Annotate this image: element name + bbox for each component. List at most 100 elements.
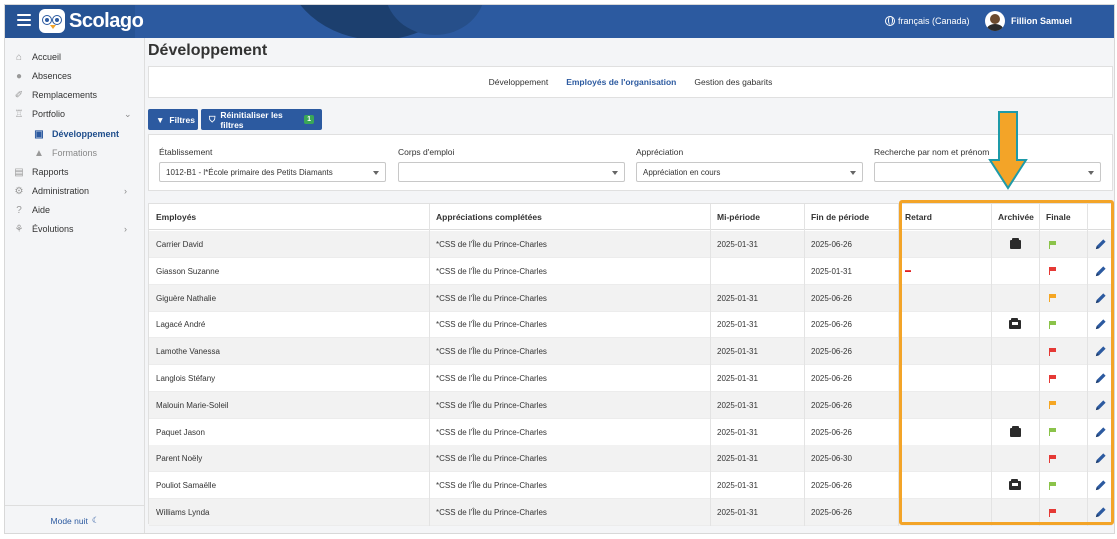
- corps-emploi-select[interactable]: [398, 162, 625, 182]
- edit-pencil-icon[interactable]: [1094, 506, 1107, 519]
- table-row[interactable]: Langlois Stéfany *CSS de l'Île du Prince-…: [149, 365, 1112, 392]
- cell-appreciations: *CSS de l'Île du Prince-Charles: [436, 481, 547, 491]
- column-header-fin-periode[interactable]: Fin de période: [804, 204, 898, 230]
- cell-appreciations: *CSS de l'Île du Prince-Charles: [436, 293, 547, 303]
- edit-pencil-icon[interactable]: [1094, 265, 1107, 278]
- night-mode-toggle[interactable]: Mode nuit ☾: [5, 505, 145, 533]
- cell-mi-periode: 2025-01-31: [717, 374, 758, 383]
- app-window: Scolago français (Canada) Fillion Samuel…: [4, 4, 1115, 534]
- cell-archivee: [991, 365, 1039, 392]
- cell-employe: Langlois Stéfany: [156, 374, 216, 383]
- night-mode-label: Mode nuit: [50, 515, 88, 526]
- tab-gestion-gabarits[interactable]: Gestion des gabarits: [694, 77, 772, 87]
- column-header-retard[interactable]: Retard: [898, 204, 991, 230]
- appreciation-value: Appréciation en cours: [643, 167, 721, 177]
- table-row[interactable]: Carrier David *CSS de l'Île du Prince-Cha…: [149, 231, 1112, 258]
- cell-appreciations: *CSS de l'Île du Prince-Charles: [436, 454, 547, 464]
- sidebar-item-accueil[interactable]: ⌂ Accueil: [13, 49, 61, 65]
- table-row[interactable]: Pouliot Samaëlle *CSS de l'Île du Prince-…: [149, 472, 1112, 500]
- edit-pencil-icon[interactable]: [1094, 479, 1107, 492]
- edit-pencil-icon[interactable]: [1094, 318, 1107, 331]
- cell-archivee: [991, 285, 1039, 312]
- filters-panel: Établissement 1012-B1 - l*École primaire…: [148, 134, 1113, 191]
- cell-employe: Paquet Jason: [156, 427, 205, 437]
- caret-down-icon: [850, 171, 856, 175]
- table-row[interactable]: Parent Noëly *CSS de l'Île du Prince-Char…: [149, 445, 1112, 473]
- cell-retard: [898, 285, 991, 312]
- table-row[interactable]: Giasson Suzanne *CSS de l'Île du Prince-C…: [149, 258, 1112, 285]
- cell-finale: [1039, 499, 1087, 526]
- sidebar-item-evolutions[interactable]: ⚘ Évolutions: [13, 221, 74, 237]
- cell-mi-periode: 2025-01-31: [717, 240, 758, 249]
- edit-pencil-icon[interactable]: [1094, 426, 1107, 439]
- sidebar-item-administration[interactable]: ⚙ Administration: [13, 183, 90, 199]
- etablissement-value: 1012-B1 - l*École primaire des Petits Di…: [166, 167, 333, 177]
- cell-fin-periode: 2025-06-26: [811, 293, 852, 303]
- sidebar-item-absences[interactable]: ● Absences: [13, 68, 72, 84]
- cell-appreciations: *CSS de l'Île du Prince-Charles: [436, 266, 547, 276]
- cell-mi-periode: 2025-01-31: [717, 508, 758, 517]
- moon-icon: ☾: [91, 515, 100, 525]
- table-header: Employés Appréciations complétées Mi-pér…: [149, 204, 1112, 230]
- cell-fin-periode: 2025-06-26: [811, 427, 852, 437]
- etablissement-select[interactable]: 1012-B1 - l*École primaire des Petits Di…: [159, 162, 386, 182]
- edit-pencil-icon[interactable]: [1094, 238, 1107, 251]
- table-row[interactable]: Lamothe Vanessa *CSS de l'Île du Prince-C…: [149, 338, 1112, 366]
- cell-employe: Giguère Nathalie: [156, 293, 217, 303]
- appreciation-select[interactable]: Appréciation en cours: [636, 162, 863, 182]
- archive-icon[interactable]: [1009, 238, 1021, 249]
- logo-text[interactable]: Scolago: [69, 10, 144, 33]
- edit-pencil-icon[interactable]: [1094, 292, 1107, 305]
- hamburger-icon[interactable]: [17, 14, 31, 28]
- table-row[interactable]: Giguère Nathalie *CSS de l'Île du Prince-…: [149, 284, 1112, 312]
- sidebar-item-label: Rapports: [32, 167, 69, 177]
- column-header-mi-periode[interactable]: Mi-période: [710, 204, 804, 230]
- cell-archivee: [991, 338, 1039, 365]
- table-row[interactable]: Lagacé André *CSS de l'Île du Prince-Char…: [149, 311, 1112, 339]
- filters-button[interactable]: ▼ Filtres: [148, 109, 198, 130]
- sidebar-item-developpement[interactable]: ▣ Développement: [33, 126, 119, 142]
- cell-fin-periode: 2025-06-26: [811, 240, 852, 249]
- table-row[interactable]: Williams Lynda *CSS de l'Île du Prince-Ch…: [149, 499, 1112, 526]
- edit-pencil-icon[interactable]: [1094, 399, 1107, 412]
- tab-developpement[interactable]: Développement: [489, 77, 549, 87]
- archive-open-icon[interactable]: [1009, 318, 1021, 330]
- edit-pencil-icon[interactable]: [1094, 372, 1107, 385]
- sidebar-item-label: Évolutions: [32, 224, 74, 234]
- chevron-down-icon[interactable]: ⌄: [124, 109, 132, 120]
- cell-finale: [1039, 365, 1087, 392]
- column-header-employes[interactable]: Employés: [149, 204, 429, 230]
- reset-filters-button[interactable]: ⛉ Réinitialiser les filtres 1: [201, 109, 322, 130]
- evolution-icon: ⚘: [14, 223, 24, 235]
- column-header-appreciations[interactable]: Appréciations complétées: [429, 204, 710, 230]
- archive-icon[interactable]: [1009, 425, 1021, 437]
- sidebar-item-remplacements[interactable]: ✐ Remplacements: [13, 87, 97, 103]
- recherche-select[interactable]: [874, 162, 1101, 182]
- report-icon: ▤: [14, 166, 24, 178]
- sidebar-item-label: Formations: [52, 148, 98, 158]
- chevron-right-icon[interactable]: ›: [124, 186, 127, 196]
- column-header-archivee[interactable]: Archivée: [991, 204, 1039, 230]
- sidebar-item-aide[interactable]: ? Aide: [13, 202, 50, 218]
- edit-pencil-icon[interactable]: [1094, 452, 1107, 465]
- cell-archivee: [991, 499, 1039, 526]
- sidebar-item-rapports[interactable]: ▤ Rapports: [13, 164, 69, 180]
- cell-retard: [898, 419, 991, 446]
- sidebar-item-portfolio[interactable]: ♖ Portfolio: [13, 106, 66, 122]
- cell-employe: Parent Noëly: [156, 454, 203, 464]
- column-header-finale[interactable]: Finale: [1039, 204, 1087, 230]
- chevron-right-icon[interactable]: ›: [124, 224, 127, 234]
- language-selector[interactable]: français (Canada): [885, 16, 970, 26]
- sidebar-item-formations[interactable]: ▲ Formations: [33, 145, 97, 161]
- archive-open-icon[interactable]: [1009, 479, 1021, 491]
- trophy-icon: ♖: [14, 108, 24, 120]
- cell-fin-periode: 2025-06-30: [811, 454, 852, 464]
- cell-appreciations: *CSS de l'Île du Prince-Charles: [436, 320, 547, 330]
- user-menu[interactable]: Fillion Samuel: [985, 11, 1072, 31]
- table-row[interactable]: Malouin Marie-Soleil *CSS de l'Île du Pri…: [149, 391, 1112, 419]
- cell-appreciations: *CSS de l'Île du Prince-Charles: [436, 427, 547, 437]
- table-row[interactable]: Paquet Jason *CSS de l'Île du Prince-Char…: [149, 419, 1112, 446]
- cell-finale: [1039, 285, 1087, 312]
- edit-pencil-icon[interactable]: [1094, 345, 1107, 358]
- tab-employes-organisation[interactable]: Employés de l'organisation: [566, 77, 676, 87]
